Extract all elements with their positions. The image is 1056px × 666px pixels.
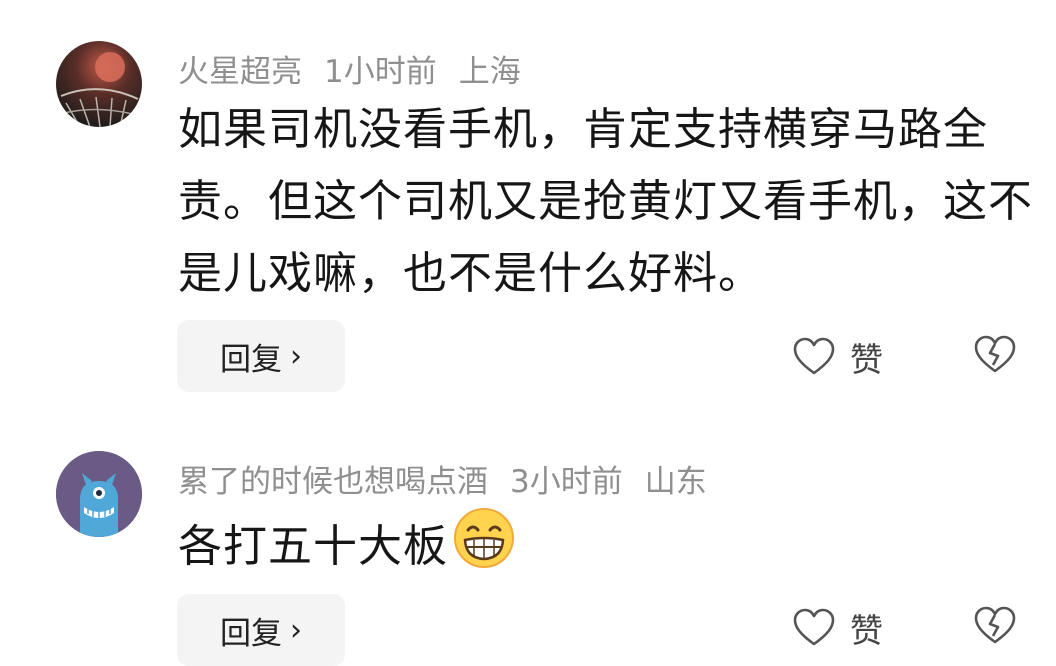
monster-avatar-icon	[56, 451, 142, 537]
avatar[interactable]	[56, 41, 142, 127]
comment-text-content: 各打五十大板	[178, 521, 448, 572]
broken-heart-icon	[974, 335, 1016, 373]
location: 上海	[458, 54, 521, 90]
comment-text: 各打五十大板	[178, 506, 1038, 592]
dislike-button[interactable]	[973, 606, 1017, 650]
comment-meta: 火星超亮 1小时前 上海	[178, 46, 543, 91]
grinning-face-icon	[454, 508, 514, 568]
username[interactable]: 累了的时候也想喝点酒	[178, 464, 488, 500]
heart-icon	[793, 337, 835, 375]
like-label: 赞	[850, 611, 883, 650]
timestamp: 1小时前	[324, 54, 437, 90]
dislike-button[interactable]	[973, 335, 1017, 379]
timestamp: 3小时前	[510, 464, 623, 500]
reply-button[interactable]: 回复 ›	[177, 594, 345, 666]
username[interactable]: 火星超亮	[178, 54, 302, 90]
location: 山东	[644, 464, 707, 500]
like-button[interactable]: 赞	[792, 333, 883, 381]
comment-meta: 累了的时候也想喝点酒 3小时前 山东	[178, 456, 729, 501]
reply-label: 回复	[220, 615, 282, 652]
broken-heart-icon	[974, 606, 1016, 644]
chevron-right-icon: ›	[290, 612, 302, 648]
grinning-face-emoji	[452, 506, 516, 592]
reply-label: 回复	[220, 341, 282, 378]
reply-button[interactable]: 回复 ›	[177, 320, 345, 392]
heart-icon	[793, 608, 835, 646]
like-label: 赞	[850, 340, 883, 379]
comment-text: 如果司机没看手机，肯定支持横穿马路全责。但这个司机又是抢黄灯又看手机，这不是儿戏…	[178, 104, 1033, 299]
chevron-right-icon: ›	[290, 338, 302, 374]
avatar[interactable]	[56, 451, 142, 537]
basketball-avatar-icon	[56, 41, 142, 127]
like-button[interactable]: 赞	[792, 604, 883, 652]
